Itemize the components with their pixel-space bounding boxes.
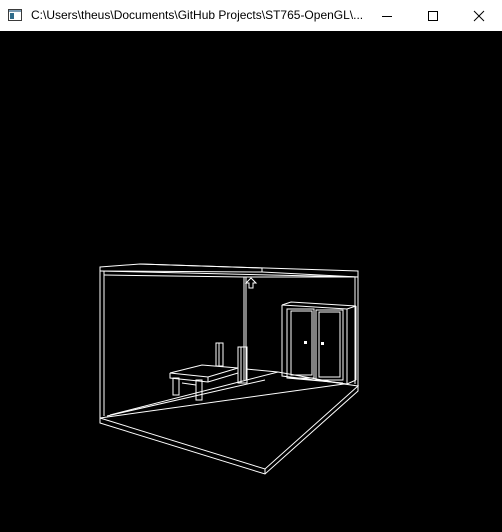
app-window: C:\Users\theus\Documents\GitHub Projects…	[0, 0, 502, 532]
minimize-button[interactable]	[364, 0, 410, 31]
close-button[interactable]	[456, 0, 502, 31]
ceiling-lamp	[244, 277, 258, 289]
ceiling-frame	[99, 263, 359, 278]
minimize-icon	[382, 15, 392, 17]
console-app-icon	[8, 8, 22, 22]
maximize-button[interactable]	[410, 0, 456, 31]
opengl-viewport[interactable]	[0, 31, 502, 532]
room-floor	[99, 371, 360, 475]
maximize-icon	[428, 10, 438, 21]
window-title: C:\Users\theus\Documents\GitHub Projects…	[31, 8, 364, 22]
wardrobe	[281, 301, 357, 385]
title-bar[interactable]: C:\Users\theus\Documents\GitHub Projects…	[0, 0, 502, 31]
close-icon	[473, 10, 485, 21]
wireframe-scene	[99, 263, 360, 475]
